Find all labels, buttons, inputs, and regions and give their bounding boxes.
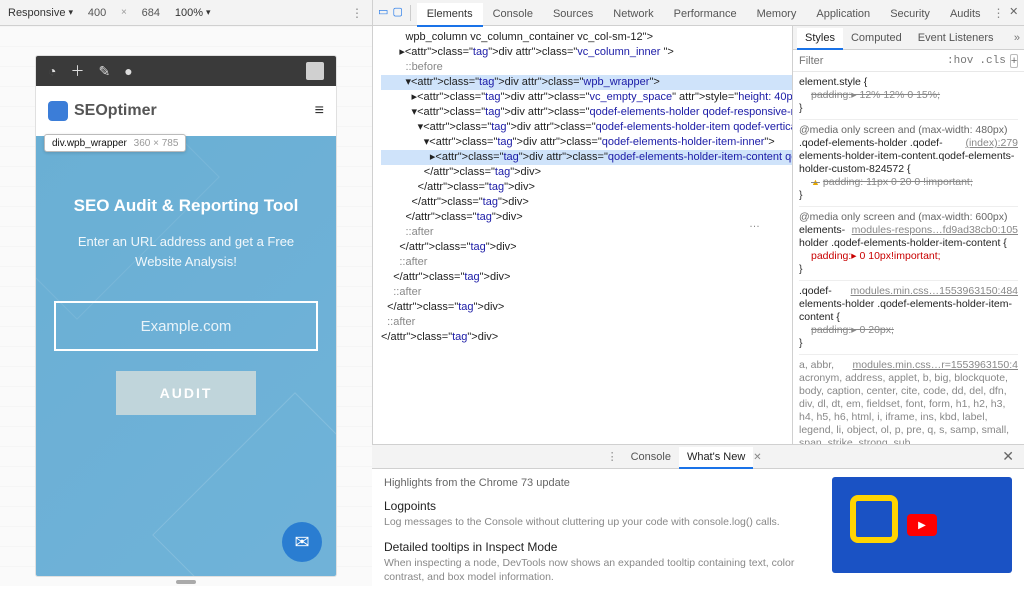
styles-panel: StylesComputedEvent Listeners » :hov .cl… bbox=[792, 26, 1024, 444]
hero-subtitle: Enter an URL address and get a Free Webs… bbox=[54, 232, 318, 271]
dom-tree[interactable]: wpb_column vc_column_container vc_col-sm… bbox=[373, 26, 792, 444]
device-frame: ◔ ＋ ✎ ● SEOptimer ≡ div.wpb_wrapper 360 … bbox=[36, 56, 336, 576]
tab-audits[interactable]: Audits bbox=[940, 3, 991, 25]
dom-overflow-icon[interactable]: … bbox=[749, 218, 760, 230]
drawer-body: Highlights from the Chrome 73 update Log… bbox=[372, 469, 1024, 603]
inspect-icon[interactable]: ▭ bbox=[377, 5, 389, 21]
drawer-tab-console[interactable]: Console bbox=[623, 447, 679, 467]
device-toggle-icon[interactable]: ▢ bbox=[391, 5, 403, 21]
height-input[interactable]: 684 bbox=[133, 7, 169, 19]
close-devtools-icon[interactable]: ✕ bbox=[1008, 5, 1020, 21]
hero: SEO Audit & Reporting Tool Enter an URL … bbox=[36, 136, 336, 576]
play-icon[interactable]: ▶ bbox=[907, 514, 937, 536]
tab-sources[interactable]: Sources bbox=[543, 3, 603, 25]
tab-performance[interactable]: Performance bbox=[664, 3, 747, 25]
styles-more-icon[interactable]: » bbox=[1014, 32, 1020, 44]
drawer-tab-close-icon[interactable]: ✕ bbox=[753, 452, 761, 463]
plus-icon[interactable]: ＋ bbox=[70, 61, 84, 81]
preview-area: ◔ ＋ ✎ ● SEOptimer ≡ div.wpb_wrapper 360 … bbox=[0, 26, 372, 586]
tab-elements[interactable]: Elements bbox=[417, 3, 483, 27]
url-input[interactable] bbox=[54, 301, 318, 351]
gauge-icon[interactable]: ◔ bbox=[48, 63, 56, 79]
device-toolbar: Responsive 400 × 684 100% ⋮ bbox=[0, 0, 372, 26]
tool-icon[interactable]: ✎ bbox=[98, 63, 110, 80]
logo[interactable]: SEOptimer bbox=[48, 101, 157, 121]
drawer-close-icon[interactable]: ✕ bbox=[996, 448, 1020, 465]
zoom-select[interactable]: 100% bbox=[175, 7, 211, 19]
hov-toggle[interactable]: :hov bbox=[947, 55, 973, 67]
site-topbar: ◔ ＋ ✎ ● bbox=[36, 56, 336, 86]
resize-handle-icon[interactable] bbox=[176, 580, 196, 584]
section-title: Logpoints bbox=[384, 499, 436, 513]
site-header: SEOptimer ≡ div.wpb_wrapper 360 × 785 bbox=[36, 86, 336, 136]
devtools-menu-icon[interactable]: ⋮ bbox=[993, 6, 1006, 20]
logo-icon bbox=[48, 101, 68, 121]
styles-filter: :hov .cls + bbox=[793, 50, 1024, 72]
drawer-tab-whatsnew[interactable]: What's New bbox=[679, 447, 753, 469]
drawer-headline: Highlights from the Chrome 73 update bbox=[384, 477, 820, 489]
hero-title: SEO Audit & Reporting Tool bbox=[54, 196, 318, 216]
section-body: Log messages to the Console without clut… bbox=[384, 515, 820, 530]
filter-input[interactable] bbox=[799, 55, 941, 67]
inspect-tooltip: div.wpb_wrapper 360 × 785 bbox=[44, 134, 186, 152]
audit-button[interactable]: AUDIT bbox=[116, 371, 256, 415]
styles-tabs: StylesComputedEvent Listeners » bbox=[793, 26, 1024, 50]
hamburger-icon[interactable]: ≡ bbox=[315, 102, 324, 120]
drawer-menu-icon[interactable]: ⋮ bbox=[607, 450, 619, 463]
avatar[interactable] bbox=[306, 62, 324, 80]
logo-text: SEOptimer bbox=[74, 102, 157, 120]
section-body: When inspecting a node, DevTools now sho… bbox=[384, 556, 820, 585]
device-select[interactable]: Responsive bbox=[8, 7, 73, 19]
tab-application[interactable]: Application bbox=[806, 3, 880, 25]
tab-network[interactable]: Network bbox=[603, 3, 663, 25]
section-title: Detailed tooltips in Inspect Mode bbox=[384, 540, 557, 554]
css-rules[interactable]: element.style {padding:▸ 12% 12% 0 15%;}… bbox=[793, 72, 1024, 444]
new-rule-icon[interactable]: + bbox=[1010, 54, 1018, 68]
device-options-icon[interactable]: ⋮ bbox=[351, 6, 364, 20]
tooltip-size: 360 × 785 bbox=[134, 138, 179, 149]
drawer-tabs: ⋮ ConsoleWhat's New✕ ✕ bbox=[372, 445, 1024, 469]
drawer: ⋮ ConsoleWhat's New✕ ✕ Highlights from t… bbox=[372, 444, 1024, 586]
tab-security[interactable]: Security bbox=[880, 3, 940, 25]
chat-icon[interactable]: ✉ bbox=[282, 522, 322, 562]
dimension-x: × bbox=[121, 7, 127, 18]
tab-memory[interactable]: Memory bbox=[747, 3, 807, 25]
width-input[interactable]: 400 bbox=[79, 7, 115, 19]
tooltip-selector: div.wpb_wrapper bbox=[52, 138, 127, 149]
promo-shape-icon bbox=[850, 495, 898, 543]
promo-video[interactable]: ▶ bbox=[832, 477, 1012, 573]
cls-toggle[interactable]: .cls bbox=[979, 55, 1005, 67]
devtools-tabs: ▭ ▢ ElementsConsoleSourcesNetworkPerform… bbox=[373, 0, 1024, 26]
tab-console[interactable]: Console bbox=[483, 3, 543, 25]
styles-tab-styles[interactable]: Styles bbox=[797, 28, 843, 50]
styles-tab-computed[interactable]: Computed bbox=[843, 28, 910, 48]
styles-tab-event-listeners[interactable]: Event Listeners bbox=[910, 28, 1002, 48]
dot-icon: ● bbox=[124, 63, 132, 79]
